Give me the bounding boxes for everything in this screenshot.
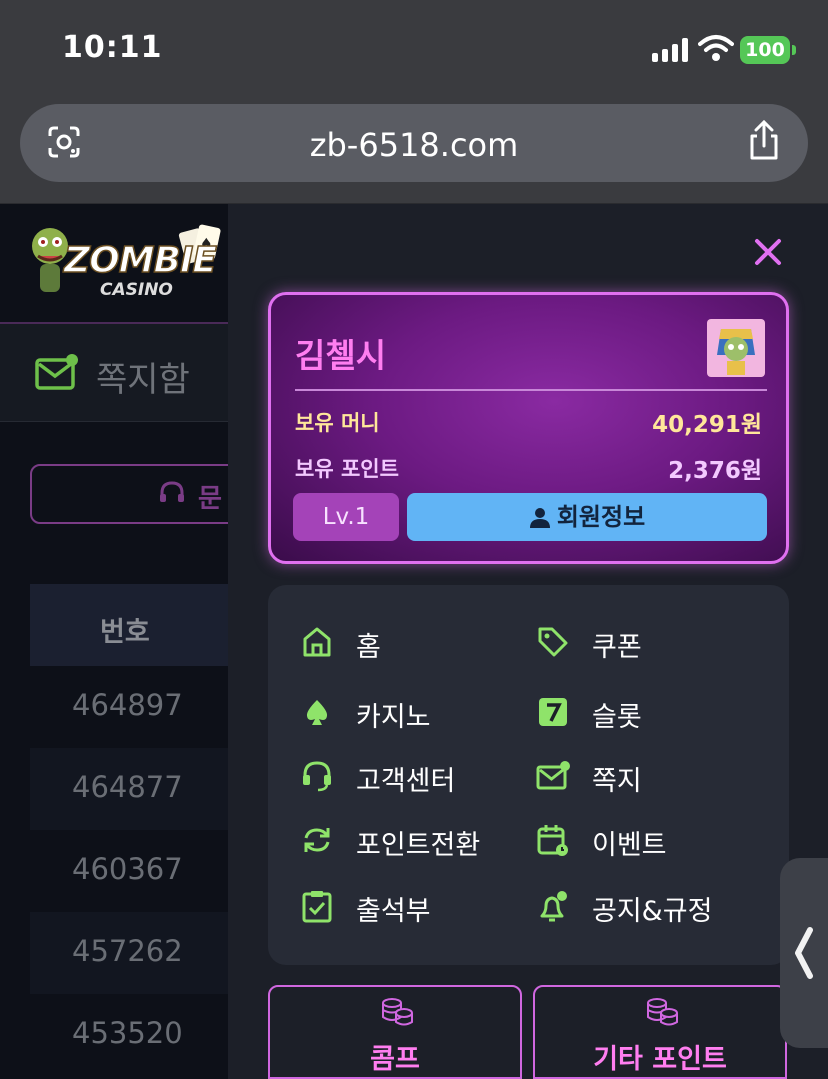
- home-icon: [303, 627, 331, 657]
- status-bar: 10:11 100: [0, 0, 828, 96]
- profile-divider: [295, 389, 767, 391]
- menu-label: 공지&규정: [592, 896, 713, 927]
- menu-item-casino[interactable]: 카지노: [300, 691, 500, 733]
- menu-label: 고객센터: [356, 766, 456, 797]
- comp-button[interactable]: 콤프: [268, 985, 522, 1079]
- battery-indicator: 100: [740, 36, 796, 64]
- menu-item-event[interactable]: 이벤트: [536, 819, 756, 861]
- point-value: 2,376원: [668, 458, 762, 484]
- browser-toolbar: zb-6518.com: [0, 96, 828, 204]
- other-points-label: 기타 포인트: [593, 1044, 727, 1075]
- point-label: 보유 포인트: [295, 457, 399, 481]
- clipboard-icon: [302, 891, 332, 923]
- menu-label: 카지노: [356, 702, 431, 733]
- spade-icon: [306, 700, 328, 725]
- table-row[interactable]: 460367: [30, 830, 230, 912]
- url-text: zb-6518.com: [309, 126, 519, 164]
- comp-label: 콤프: [370, 1044, 420, 1075]
- headset-icon: [303, 761, 331, 792]
- money-label: 보유 머니: [295, 411, 380, 435]
- share-icon[interactable]: [746, 120, 782, 162]
- menu-label: 이벤트: [592, 830, 667, 861]
- nav-menu: 홈 쿠폰 카지노 슬롯 고객센터 쪽지 포인트전환 이벤트 출석부 공지&규정: [268, 585, 789, 965]
- coins-icon: [382, 998, 413, 1026]
- menu-label: 포인트전환: [356, 830, 481, 861]
- site-logo[interactable]: ♠ ZOMBIE CASINO: [28, 222, 228, 302]
- headset-icon: [160, 481, 184, 502]
- bell-icon: [540, 891, 567, 922]
- menu-item-coupon[interactable]: 쿠폰: [536, 621, 756, 663]
- menu-item-slot[interactable]: 슬롯: [536, 691, 756, 733]
- clock: 10:11: [62, 30, 163, 65]
- refresh-icon: [304, 828, 330, 852]
- table-row[interactable]: 457262: [30, 912, 230, 994]
- table-row[interactable]: 464897: [30, 666, 230, 748]
- menu-label: 홈: [356, 632, 381, 663]
- logo-subtitle: CASINO: [100, 280, 173, 300]
- menu-item-attendance[interactable]: 출석부: [300, 885, 500, 927]
- mail-icon: [536, 761, 570, 790]
- avatar[interactable]: [707, 319, 765, 377]
- chevron-left-icon: [795, 927, 813, 979]
- signal-icon: [652, 38, 692, 62]
- bg-table-header-number: 번호: [100, 617, 150, 648]
- member-info-button[interactable]: 회원정보: [407, 493, 767, 541]
- side-pull-tab[interactable]: [780, 858, 828, 1048]
- member-info-label: 회원정보: [556, 503, 646, 531]
- profile-card: 김첼시 보유 머니 40,291원 보유 포인트 2,376원 Lv.1 회원정…: [268, 292, 789, 564]
- menu-item-notice[interactable]: 공지&규정: [536, 885, 766, 927]
- menu-item-point-exchange[interactable]: 포인트전환: [300, 819, 530, 861]
- table-row[interactable]: 453520: [30, 994, 230, 1076]
- calendar-icon: [537, 825, 568, 856]
- wifi-icon: [698, 35, 734, 61]
- user-name: 김첼시: [295, 336, 387, 375]
- address-bar[interactable]: zb-6518.com: [20, 104, 808, 182]
- user-icon: [529, 508, 550, 528]
- menu-item-support[interactable]: 고객센터: [300, 755, 520, 797]
- menu-label: 쪽지: [592, 766, 642, 797]
- menu-label: 슬롯: [592, 702, 642, 733]
- seven-icon: [539, 698, 567, 726]
- menu-item-home[interactable]: 홈: [300, 621, 500, 663]
- menu-item-message[interactable]: 쪽지: [536, 755, 756, 797]
- bg-msgbox-title: 쪽지함: [96, 360, 190, 400]
- table-row[interactable]: 464877: [30, 748, 230, 830]
- row-number: 460367: [72, 852, 183, 886]
- mail-icon: [35, 354, 78, 390]
- menu-label: 쿠폰: [592, 632, 642, 663]
- bg-inquiry-label: 문: [198, 484, 222, 514]
- menu-label: 출석부: [356, 896, 431, 927]
- coins-icon: [647, 998, 678, 1026]
- money-value: 40,291원: [652, 412, 762, 438]
- tag-icon: [538, 627, 568, 657]
- row-number: 464877: [72, 770, 183, 804]
- pharaoh-zombie-icon: [717, 329, 755, 375]
- level-badge: Lv.1: [293, 493, 399, 541]
- row-number: 464897: [72, 688, 183, 722]
- other-points-button[interactable]: 기타 포인트: [533, 985, 787, 1079]
- close-icon[interactable]: [752, 236, 784, 268]
- row-number: 453520: [72, 1016, 183, 1050]
- row-number: 457262: [72, 934, 183, 968]
- logo-wordmark: ZOMBIE: [63, 239, 217, 282]
